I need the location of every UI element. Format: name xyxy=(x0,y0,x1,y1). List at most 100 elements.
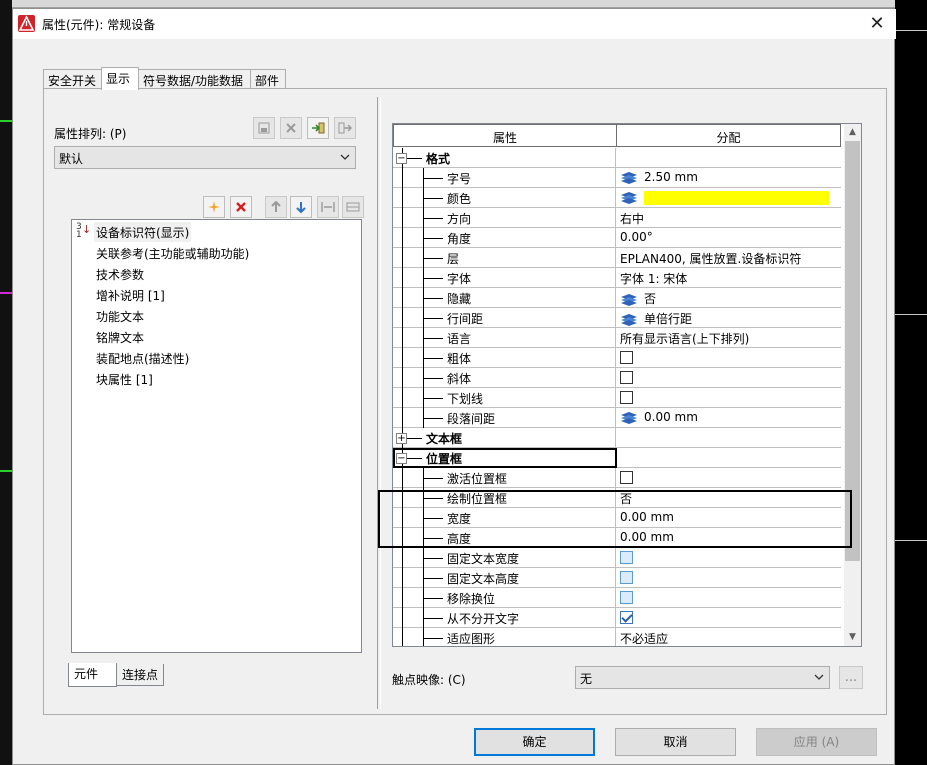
property-value-cell[interactable] xyxy=(617,548,841,568)
list-item[interactable]: 关联参考(主功能或辅助功能) xyxy=(94,243,251,263)
property-value-cell[interactable]: 否 xyxy=(617,288,841,308)
panel-splitter[interactable] xyxy=(377,97,381,709)
property-value-cell[interactable]: 右中 xyxy=(617,208,841,228)
property-name-cell[interactable]: 下划线 xyxy=(393,388,616,408)
tab-parts[interactable]: 部件 xyxy=(250,69,286,89)
property-name-cell[interactable]: 斜体 xyxy=(393,368,616,388)
sort-order-dropdown[interactable]: 默认 xyxy=(54,146,356,169)
grid-property-row[interactable]: 颜色 xyxy=(393,188,841,208)
grid-property-row[interactable]: 固定文本高度 xyxy=(393,568,841,588)
grid-property-row[interactable]: 下划线 xyxy=(393,388,841,408)
property-name-cell[interactable]: 移除换位 xyxy=(393,588,616,608)
list-item[interactable]: 装配地点(描述性) xyxy=(94,348,191,368)
align-height-button[interactable] xyxy=(342,196,364,218)
layers-icon[interactable] xyxy=(620,191,638,204)
cancel-button[interactable]: 取消 xyxy=(615,728,736,756)
grid-property-row[interactable]: 移除换位 xyxy=(393,588,841,608)
grid-property-row[interactable]: 斜体 xyxy=(393,368,841,388)
grid-property-row[interactable]: 粗体 xyxy=(393,348,841,368)
property-name-cell[interactable]: 隐藏 xyxy=(393,288,616,308)
tab-display[interactable]: 显示 xyxy=(101,67,139,90)
tab-element[interactable]: 元件 xyxy=(68,663,117,687)
property-name-cell[interactable]: 固定文本宽度 xyxy=(393,548,616,568)
property-value-cell[interactable] xyxy=(617,148,841,168)
property-value-cell[interactable] xyxy=(617,468,841,488)
layers-icon[interactable] xyxy=(620,411,638,424)
grid-property-row[interactable]: 层 EPLAN400, 属性放置.设备标识符 xyxy=(393,248,841,268)
property-value-cell[interactable]: 不必适应 xyxy=(617,628,841,646)
contact-image-dropdown[interactable]: 无 xyxy=(575,666,830,689)
scroll-down-icon[interactable]: ▼ xyxy=(844,629,861,646)
property-name-cell[interactable]: 粗体 xyxy=(393,348,616,368)
grid-category-row[interactable]: − 格式 xyxy=(393,148,841,168)
checkbox[interactable] xyxy=(620,390,633,404)
checkbox[interactable] xyxy=(620,550,633,564)
property-value-cell[interactable] xyxy=(617,448,841,468)
property-name-cell[interactable]: 字体 xyxy=(393,268,616,288)
tab-symbol-function-data[interactable]: 符号数据/功能数据 xyxy=(138,69,251,89)
delete-item-button[interactable] xyxy=(230,196,252,218)
grid-property-row[interactable]: 固定文本宽度 xyxy=(393,548,841,568)
column-header-property[interactable]: 属性 xyxy=(393,124,617,147)
property-value-cell[interactable] xyxy=(617,368,841,388)
property-name-cell[interactable]: 层 xyxy=(393,248,616,268)
checkbox[interactable] xyxy=(620,350,633,364)
delete-scheme-button[interactable] xyxy=(280,117,302,139)
property-value-cell[interactable] xyxy=(617,388,841,408)
ok-button[interactable]: 确定 xyxy=(474,728,595,756)
new-item-button[interactable] xyxy=(203,196,225,218)
grid-property-row[interactable]: 适应图形 不必适应 xyxy=(393,628,841,646)
property-name-cell[interactable]: 角度 xyxy=(393,228,616,248)
column-header-value[interactable]: 分配 xyxy=(616,124,841,147)
property-name-cell[interactable]: − 格式 xyxy=(393,148,616,168)
list-item[interactable]: 功能文本 xyxy=(94,306,146,326)
property-name-cell[interactable]: 行间距 xyxy=(393,308,616,328)
property-value-cell[interactable] xyxy=(617,568,841,588)
scroll-up-icon[interactable]: ▲ xyxy=(844,124,861,141)
property-name-cell[interactable]: 语言 xyxy=(393,328,616,348)
property-value-cell[interactable] xyxy=(617,608,841,628)
property-value-cell[interactable]: 0.00° xyxy=(617,228,841,248)
property-value-cell[interactable] xyxy=(617,428,841,448)
checkbox[interactable] xyxy=(620,590,633,604)
list-item[interactable]: 技术参数 xyxy=(94,264,146,284)
grid-property-row[interactable]: 方向 右中 xyxy=(393,208,841,228)
grid-property-row[interactable]: 字体 字体 1: 宋体 xyxy=(393,268,841,288)
list-item[interactable]: 铭牌文本 xyxy=(94,327,146,347)
grid-property-row[interactable]: 从不分开文字 xyxy=(393,608,841,628)
grid-property-row[interactable]: 行间距 单倍行距 xyxy=(393,308,841,328)
property-name-cell[interactable]: 段落间距 xyxy=(393,408,616,428)
save-scheme-button[interactable] xyxy=(253,117,275,139)
color-swatch[interactable] xyxy=(644,190,829,205)
grid-property-row[interactable]: 语言 所有显示语言(上下排列) xyxy=(393,328,841,348)
property-value-cell[interactable] xyxy=(617,348,841,368)
grid-property-row[interactable]: 字号 2.50 mm xyxy=(393,168,841,188)
list-item[interactable]: 增补说明 [1] xyxy=(94,285,167,305)
import-scheme-button[interactable] xyxy=(307,117,329,139)
property-value-cell[interactable]: EPLAN400, 属性放置.设备标识符 xyxy=(617,248,841,268)
layers-icon[interactable] xyxy=(620,171,638,184)
move-down-button[interactable] xyxy=(290,196,312,218)
layers-icon[interactable] xyxy=(620,313,638,326)
layers-icon[interactable] xyxy=(620,293,638,306)
grid-property-row[interactable]: 激活位置框 xyxy=(393,468,841,488)
title-bar[interactable]: 属性(元件): 常规设备 ✕ xyxy=(13,9,896,39)
tab-safety-switch[interactable]: 安全开关 xyxy=(43,69,102,89)
contact-image-browse-button[interactable]: ... xyxy=(839,666,863,689)
property-name-cell[interactable]: 从不分开文字 xyxy=(393,608,616,628)
property-name-cell[interactable]: 方向 xyxy=(393,208,616,228)
property-name-cell[interactable]: 颜色 xyxy=(393,188,616,208)
property-name-cell[interactable]: 字号 xyxy=(393,168,616,188)
property-value-cell[interactable]: 0.00 mm xyxy=(617,408,841,428)
property-value-cell[interactable] xyxy=(617,188,841,208)
expand-icon[interactable]: + xyxy=(396,433,407,444)
property-value-cell[interactable]: 字体 1: 宋体 xyxy=(617,268,841,288)
property-list[interactable]: 3 1 ↓ 设备标识符(显示) 关联参考(主功能或辅助功能) 技术参数 增补说明 [… xyxy=(71,219,362,653)
list-item[interactable]: 块属性 [1] xyxy=(94,369,155,389)
apply-button[interactable]: 应用 (A) xyxy=(756,728,877,756)
property-name-cell[interactable]: 激活位置框 xyxy=(393,468,616,488)
checkbox[interactable] xyxy=(620,370,633,384)
checkbox[interactable] xyxy=(620,470,633,484)
export-scheme-button[interactable] xyxy=(334,117,356,139)
grid-property-row[interactable]: 段落间距 0.00 mm xyxy=(393,408,841,428)
